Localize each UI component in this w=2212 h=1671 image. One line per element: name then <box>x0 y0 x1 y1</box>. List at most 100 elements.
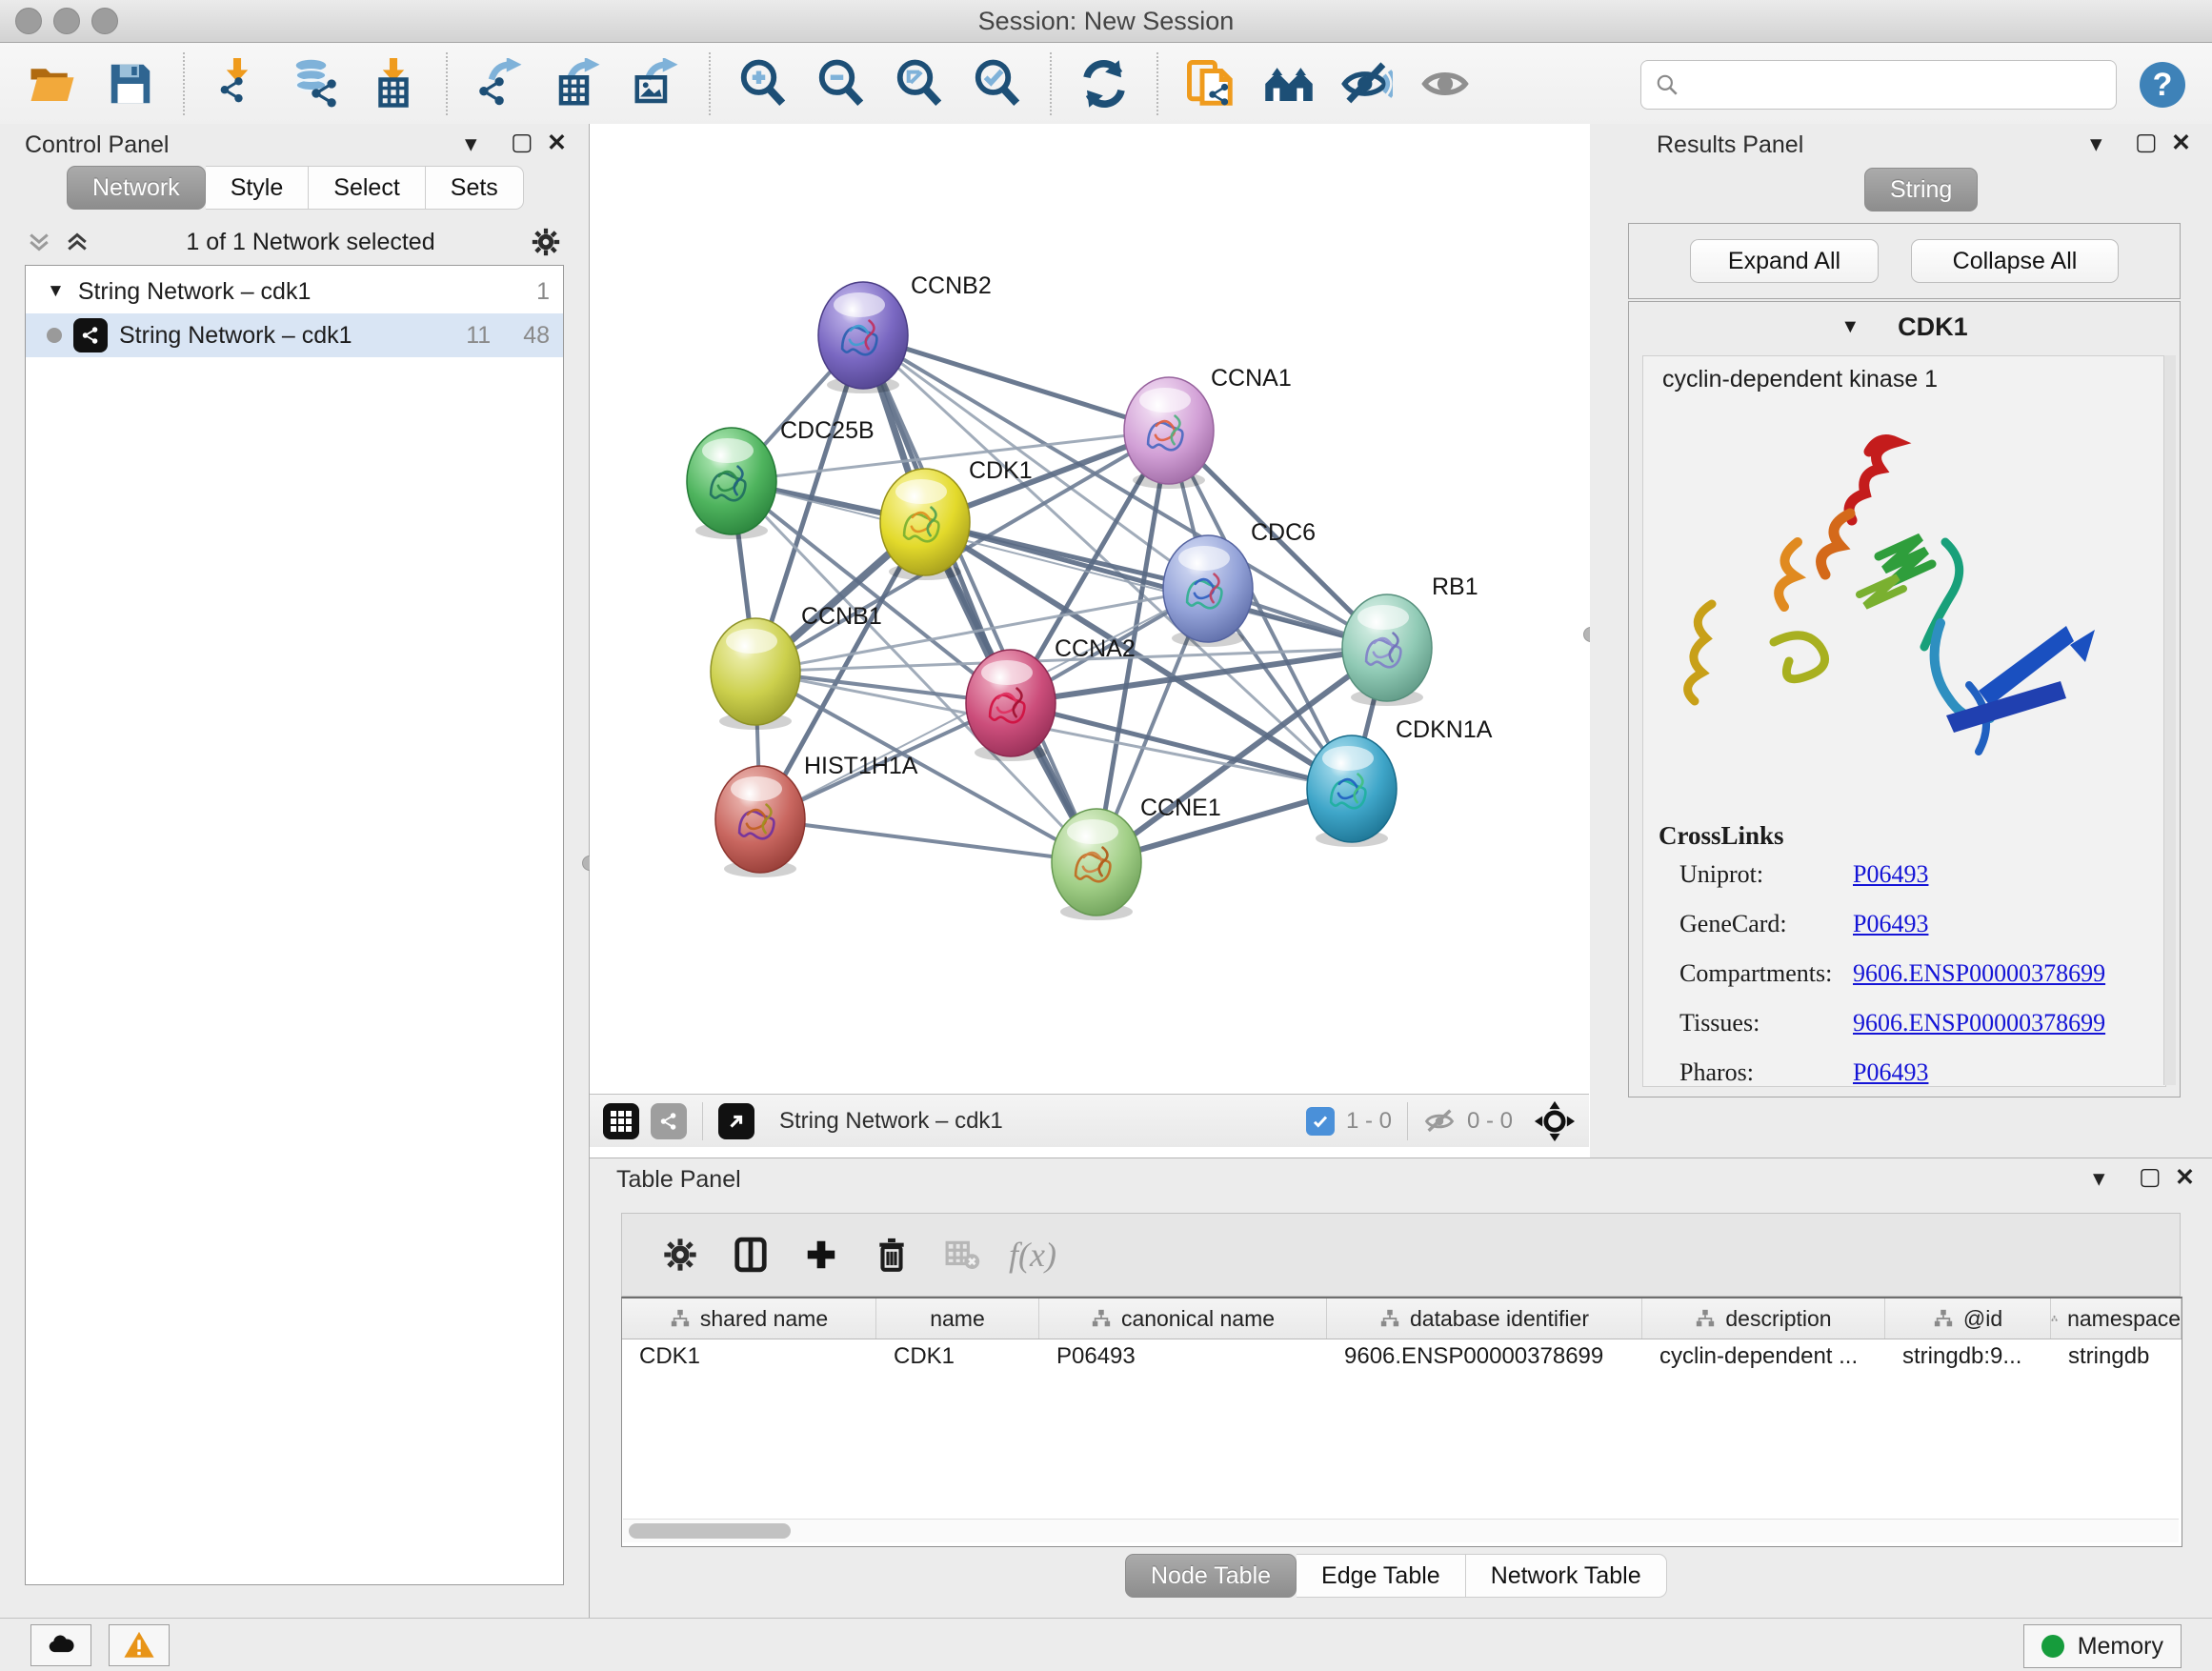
tab-network[interactable]: Network <box>67 166 206 210</box>
warning-status-button[interactable] <box>109 1624 170 1666</box>
column-header-id[interactable]: @id <box>1885 1299 2051 1339</box>
tab-select[interactable]: Select <box>309 166 425 210</box>
network-row[interactable]: String Network – cdk1 11 48 <box>26 313 563 357</box>
table-row[interactable]: CDK1CDK1P064939606.ENSP00000378699cyclin… <box>622 1339 2182 1378</box>
zoom-out-button[interactable] <box>802 53 880 114</box>
table-panel-close-icon[interactable]: ✕ <box>2175 1163 2195 1192</box>
tree-expand-icon[interactable]: ▼ <box>47 281 65 302</box>
import-database-button[interactable] <box>276 53 354 114</box>
edge-CCNB2-CCNE1[interactable] <box>863 335 1096 862</box>
import-network-button[interactable] <box>198 53 276 114</box>
section-collapse-icon[interactable]: ▼ <box>1840 316 1860 338</box>
tab-style[interactable]: Style <box>206 166 310 210</box>
results-panel-menu-icon[interactable]: ▾ <box>2090 130 2102 158</box>
open-session-button[interactable] <box>13 53 91 114</box>
column-header-description[interactable]: description <box>1642 1299 1885 1339</box>
results-panel: Results Panel ▾ ▢ ✕ String Expand All Co… <box>1590 124 2212 1158</box>
export-network-button[interactable] <box>461 53 539 114</box>
control-panel-close-icon[interactable]: ✕ <box>547 129 567 157</box>
collapse-all-button[interactable]: Collapse All <box>1911 239 2119 283</box>
import-table-button[interactable] <box>354 53 432 114</box>
collection-name: String Network – cdk1 <box>78 278 312 306</box>
table-panel-float-icon[interactable]: ▢ <box>2139 1162 2162 1191</box>
control-panel-menu-icon[interactable]: ▾ <box>465 130 477 158</box>
crosslink-label: Compartments: <box>1679 959 1853 988</box>
results-scrollbar[interactable] <box>2163 355 2176 1085</box>
export-table-button[interactable] <box>539 53 617 114</box>
export-network-icon <box>474 58 526 110</box>
search-input[interactable] <box>1689 70 2102 99</box>
crosslink-value[interactable]: 9606.ENSP00000378699 <box>1853 959 2105 988</box>
expand-all-icon[interactable] <box>63 228 91 256</box>
node-label-RB1: RB1 <box>1432 574 1478 600</box>
table-toolbar: f(x) <box>621 1213 2181 1297</box>
column-header-databaseidentifier[interactable]: database identifier <box>1327 1299 1642 1339</box>
show-all-button[interactable] <box>1406 53 1484 114</box>
shared-column-icon <box>670 1308 691 1329</box>
open-in-window-icon[interactable] <box>718 1103 754 1139</box>
copy-network-button[interactable] <box>1172 53 1250 114</box>
column-header-namespace[interactable]: namespace <box>2051 1299 2182 1339</box>
zoom-fit-button[interactable] <box>880 53 958 114</box>
delete-column-trash-icon[interactable] <box>856 1224 927 1285</box>
network-graph[interactable]: CCNB2 CCNA1 CDC25B CDK1 CDC6 RB1 CCNB1 <box>590 124 1589 1094</box>
node-CDKN1A[interactable]: CDKN1A <box>1307 716 1493 847</box>
node-CCNE1[interactable]: CCNE1 <box>1052 795 1221 920</box>
grid-view-icon[interactable] <box>603 1103 639 1139</box>
table-hscroll-thumb[interactable] <box>629 1523 791 1539</box>
show-columns-icon[interactable] <box>715 1224 786 1285</box>
create-column-icon[interactable] <box>786 1224 856 1285</box>
export-image-button[interactable] <box>617 53 695 114</box>
search-box[interactable] <box>1640 60 2117 110</box>
network-view[interactable]: CCNB2 CCNA1 CDC25B CDK1 CDC6 RB1 CCNB1 <box>590 124 1591 1158</box>
cloud-status-button[interactable] <box>30 1624 91 1666</box>
first-neighbors-button[interactable] <box>1250 53 1328 114</box>
help-button[interactable]: ? <box>2140 62 2185 108</box>
refresh-button[interactable] <box>1065 53 1143 114</box>
zoom-in-button[interactable] <box>724 53 802 114</box>
node-RB1[interactable]: RB1 <box>1342 574 1478 706</box>
column-header-name[interactable]: name <box>876 1299 1039 1339</box>
import-table-icon <box>368 58 419 110</box>
zoom-selected-icon <box>972 58 1023 110</box>
control-panel-float-icon[interactable]: ▢ <box>511 128 533 156</box>
network-status-dot <box>47 328 62 343</box>
node-table[interactable]: shared namename canonical name database … <box>621 1297 2182 1547</box>
selected-items-icon[interactable] <box>1306 1107 1335 1136</box>
network-name: String Network – cdk1 <box>119 322 352 350</box>
tab-edge-table[interactable]: Edge Table <box>1297 1554 1466 1598</box>
birdseye-navigator-icon[interactable] <box>1534 1100 1576 1142</box>
collapse-all-icon[interactable] <box>25 228 53 256</box>
expand-all-button[interactable]: Expand All <box>1690 239 1879 283</box>
table-panel-menu-icon[interactable]: ▾ <box>2093 1164 2105 1193</box>
column-header-sharedname[interactable]: shared name <box>622 1299 876 1339</box>
zoom-selected-button[interactable] <box>958 53 1036 114</box>
save-session-icon <box>105 58 156 110</box>
save-session-button[interactable] <box>91 53 170 114</box>
tab-string[interactable]: String <box>1864 168 1978 211</box>
node-label-HIST1H1A: HIST1H1A <box>804 753 918 779</box>
network-options-gear-icon[interactable] <box>530 226 562 258</box>
node-HIST1H1A[interactable]: HIST1H1A <box>715 753 918 877</box>
network-view-mode-icon[interactable] <box>651 1103 687 1139</box>
crosslink-value[interactable]: P06493 <box>1853 1058 1928 1087</box>
memory-button[interactable]: Memory <box>2023 1624 2182 1668</box>
results-panel-close-icon[interactable]: ✕ <box>2171 129 2191 157</box>
tab-sets[interactable]: Sets <box>426 166 524 210</box>
edge-HIST1H1A-CCNE1[interactable] <box>760 819 1096 862</box>
table-options-gear-icon[interactable] <box>645 1224 715 1285</box>
column-header-canonicalname[interactable]: canonical name <box>1039 1299 1327 1339</box>
crosslink-value[interactable]: 9606.ENSP00000378699 <box>1853 1009 2105 1037</box>
hide-selected-button[interactable] <box>1328 53 1406 114</box>
crosslink-value[interactable]: P06493 <box>1853 860 1928 889</box>
edge-CCNB2-CCNA1[interactable] <box>863 335 1169 431</box>
toolbar-group <box>0 52 185 115</box>
node-CDC6[interactable]: CDC6 <box>1163 519 1316 647</box>
crosslink-value[interactable]: P06493 <box>1853 910 1928 938</box>
results-panel-float-icon[interactable]: ▢ <box>2135 128 2158 156</box>
tab-node-table[interactable]: Node Table <box>1125 1554 1297 1598</box>
table-hscrollbar[interactable] <box>623 1519 2179 1542</box>
network-collection-row[interactable]: ▼ String Network – cdk1 1 <box>26 270 563 313</box>
tab-network-table[interactable]: Network Table <box>1466 1554 1667 1598</box>
node-CCNB1[interactable]: CCNB1 <box>711 603 882 730</box>
